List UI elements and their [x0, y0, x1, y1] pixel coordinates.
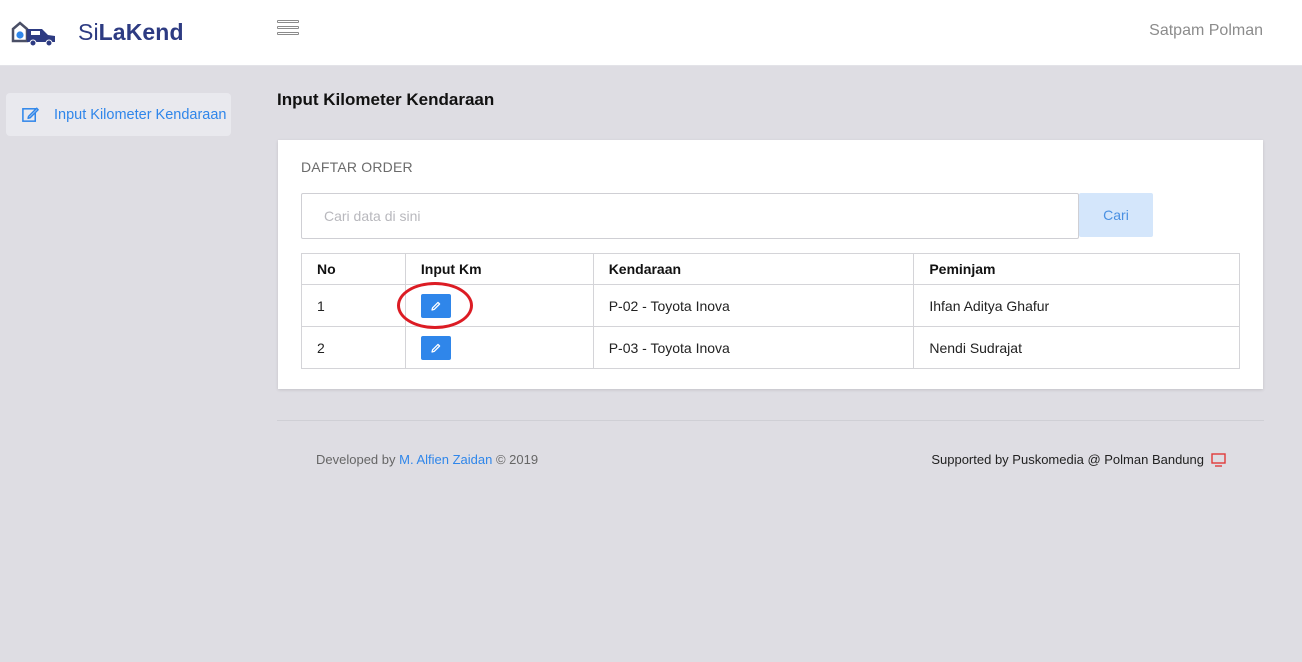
- input-km-cell: [396, 282, 594, 329]
- borrower-cell: Ihfan Aditya Ghafur: [913, 284, 1240, 327]
- sidebar-item-label: Input Kilometer Kendaraan: [54, 106, 227, 123]
- input-km-button[interactable]: [420, 293, 451, 318]
- footer-divider: [277, 420, 1264, 421]
- footer-supported-text: Supported by Puskomedia @ Polman Bandung: [931, 452, 1204, 467]
- column-header-kendaraan: Kendaraan: [592, 253, 915, 285]
- developer-link[interactable]: M. Alfien Zaidan: [399, 452, 492, 467]
- column-header-peminjam: Peminjam: [913, 253, 1240, 285]
- row-number: 2: [301, 326, 406, 369]
- column-header-input-km: Input Km: [404, 253, 594, 285]
- table-row: 1 P-02 - Toyota Inova Ihfan Aditya Ghafu…: [301, 282, 1240, 329]
- car-logo-icon: [11, 21, 55, 47]
- card-title: DAFTAR ORDER: [301, 159, 413, 175]
- table-header-row: No Input Km Kendaraan Peminjam: [301, 253, 1240, 285]
- brand-prefix: Si: [78, 18, 99, 45]
- footer-developed-prefix: Developed by: [316, 452, 400, 467]
- footer-credits: Developed by M. Alfien Zaidan © 2019: [316, 452, 538, 467]
- pencil-icon: [431, 343, 441, 353]
- menu-toggle-icon[interactable]: [277, 20, 299, 42]
- order-table: No Input Km Kendaraan Peminjam 1 P-02 - …: [301, 253, 1240, 369]
- brand-suffix: LaKend: [98, 18, 184, 45]
- page-title: Input Kilometer Kendaraan: [277, 90, 495, 109]
- footer-support: Supported by Puskomedia @ Polman Bandung: [931, 452, 1226, 467]
- table-row: 2 P-03 - Toyota Inova Nendi Sudrajat: [301, 326, 1240, 369]
- pencil-icon: [431, 301, 441, 311]
- sidebar-item-input-kilometer[interactable]: Input Kilometer Kendaraan: [6, 93, 231, 136]
- top-bar: SiLaKend Satpam Polman: [0, 0, 1302, 66]
- brand-name: SiLaKend: [78, 19, 184, 46]
- brand[interactable]: SiLaKend: [10, 12, 184, 52]
- borrower-cell: Nendi Sudrajat: [913, 326, 1240, 369]
- footer-developed-suffix: © 2019: [492, 452, 539, 467]
- user-name[interactable]: Satpam Polman: [1149, 22, 1263, 40]
- search-button[interactable]: Cari: [1079, 193, 1153, 237]
- vehicle-cell: P-02 - Toyota Inova: [592, 284, 915, 327]
- search-input[interactable]: [301, 193, 1079, 239]
- vehicle-cell: P-03 - Toyota Inova: [592, 326, 915, 369]
- order-card: DAFTAR ORDER Cari No Input Km Kendaraan …: [278, 140, 1263, 389]
- column-header-no: No: [301, 253, 406, 285]
- row-number: 1: [301, 284, 406, 327]
- input-km-button[interactable]: [420, 335, 451, 360]
- monitor-icon: [1211, 452, 1226, 467]
- input-km-cell: [404, 326, 594, 369]
- edit-icon: [22, 107, 39, 122]
